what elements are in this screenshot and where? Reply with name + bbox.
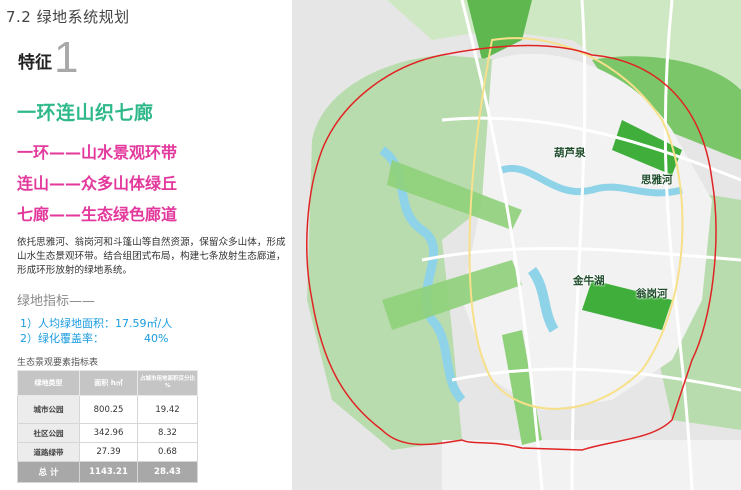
table-cell-area: 27.39 [79,442,138,462]
map-label-hulu-spring: 葫芦泉 [554,147,586,159]
headline: 一环连山织七廊 [17,102,154,124]
indicator-title: 绿地指标—— [17,294,96,309]
subhead-mountains: 连山——众多山体绿丘 [17,174,178,193]
feature-number: 1 [54,33,79,82]
left-panel: 7.2 绿地系统规划 特征 1 一环连山织七廊 一环——山水景观环带 连山——众… [0,0,292,490]
description: 依托思雅河、翁岗河和斗篷山等自然资源，保留众多山体，形成山水生态景观环带。结合组… [17,237,286,276]
table-row: 社区公园 342.96 8.32 [17,423,198,443]
table-cell-area: 342.96 [79,423,138,443]
table-cell-type: 道路绿带 [17,442,80,462]
table-total-row: 总 计 1143.21 28.43 [17,461,198,483]
table-header: 占城市用地面积百分比 % [137,370,198,396]
table-header-row: 绿地类型 面积 h㎡ 占城市用地面积百分比 % [17,370,198,396]
table-cell-type: 社区公园 [17,423,80,443]
map-label-jinniu-lake: 金牛湖 [573,275,605,287]
map-graphic [292,0,741,490]
indicator-value: 40% [144,332,169,345]
table-header: 绿地类型 [17,370,80,396]
green-system-map: 葫芦泉 思雅河 金牛湖 翁岗河 [292,0,741,490]
table-total-area: 1143.21 [79,461,138,483]
table-cell-type: 城市公园 [17,395,80,424]
table-cell-area: 800.25 [79,395,138,424]
section-title: 7.2 绿地系统规划 [6,8,130,26]
feature-heading: 特征 1 [18,33,79,82]
table-cell-percent: 0.68 [137,442,198,462]
table-header: 面积 h㎡ [79,370,138,396]
feature-label: 特征 [18,53,52,73]
table-row: 道路绿带 27.39 0.68 [17,442,198,462]
map-label-siya-river: 思雅河 [641,174,673,186]
subhead-corridors: 七廊——生态绿色廊道 [17,205,178,224]
indicator-label: 1）人均绿地面积：17.59㎡/人 [20,317,173,330]
indicator-label: 2）绿化覆盖率： [20,332,104,345]
subhead-ring: 一环——山水景观环带 [17,143,178,162]
indicator-coverage: 2）绿化覆盖率： 40% [20,330,168,346]
table-cell-percent: 19.42 [137,395,198,424]
table-title: 生态景观要素指标表 [17,358,99,368]
indicator-table: 绿地类型 面积 h㎡ 占城市用地面积百分比 % 城市公园 800.25 19.4… [17,370,198,483]
map-label-denggang-river: 翁岗河 [636,288,668,300]
table-cell-percent: 8.32 [137,423,198,443]
indicator-per-capita: 1）人均绿地面积：17.59㎡/人 [20,315,172,331]
table-total-label: 总 计 [17,461,80,483]
table-total-percent: 28.43 [137,461,198,483]
table-row: 城市公园 800.25 19.42 [17,395,198,424]
